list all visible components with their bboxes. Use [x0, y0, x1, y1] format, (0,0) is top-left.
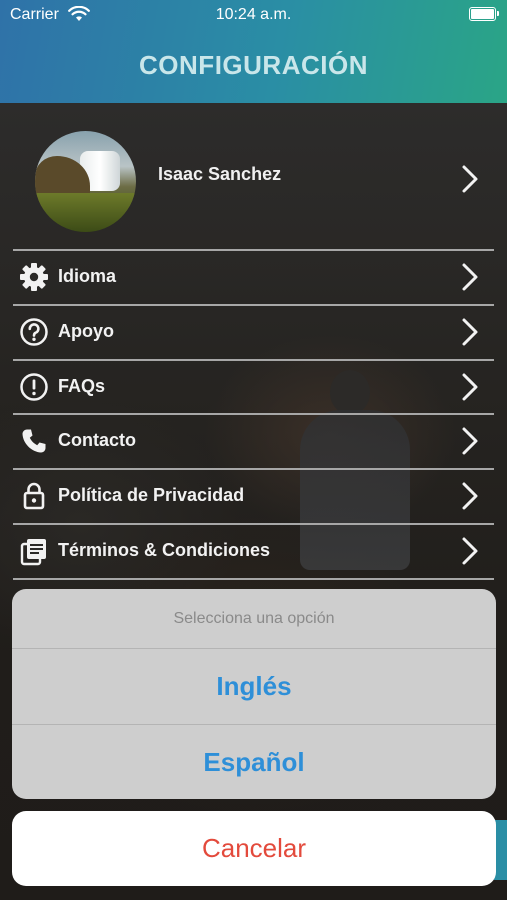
divider — [13, 578, 494, 580]
chevron-right-icon — [459, 536, 481, 571]
chevron-right-icon — [459, 481, 481, 516]
phone-icon — [19, 426, 49, 456]
lock-icon — [19, 481, 49, 511]
status-time: 10:24 a.m. — [215, 6, 292, 23]
menu-item-label: Idioma — [58, 266, 117, 286]
avatar[interactable] — [35, 131, 136, 232]
language-action-sheet: Selecciona una opción Inglés Español — [12, 589, 496, 799]
settings-screen: Carrier 10:24 a.m. CONFIGURACIÓN Isaac S… — [0, 0, 507, 900]
menu-item-contacto[interactable]: Contacto — [13, 414, 494, 468]
menu-item-label: FAQs — [58, 376, 106, 396]
menu-item-label: Política de Privacidad — [58, 485, 245, 505]
page-title: CONFIGURACIÓN — [139, 50, 368, 80]
menu-item-terminos[interactable]: Términos & Condiciones — [13, 524, 494, 578]
exclamation-circle-icon — [19, 372, 49, 402]
document-icon — [19, 536, 49, 566]
chevron-right-icon — [459, 317, 481, 352]
chevron-right-icon — [459, 262, 481, 297]
battery-tip — [497, 11, 499, 16]
battery-icon — [469, 7, 496, 21]
menu-item-label: Contacto — [58, 430, 136, 450]
menu-item-faqs[interactable]: FAQs — [13, 360, 494, 414]
action-sheet-title: Selecciona una opción — [173, 610, 335, 627]
option-ingles-button[interactable]: Inglés — [12, 649, 496, 724]
option-espanol-button[interactable]: Español — [12, 725, 496, 799]
cancel-button[interactable]: Cancelar — [12, 811, 496, 886]
status-bar: Carrier 10:24 a.m. — [0, 0, 507, 30]
menu-item-privacidad[interactable]: Política de Privacidad — [13, 469, 494, 523]
menu-item-label: Apoyo — [58, 321, 114, 341]
chevron-right-icon — [459, 426, 481, 461]
header-bar: Carrier 10:24 a.m. CONFIGURACIÓN — [0, 0, 507, 103]
menu-item-idioma[interactable]: Idioma — [13, 250, 494, 304]
menu-item-apoyo[interactable]: Apoyo — [13, 305, 494, 359]
profile-name[interactable]: Isaac Sanchez — [158, 164, 281, 185]
menu-item-label: Términos & Condiciones — [58, 540, 271, 560]
chevron-right-icon[interactable] — [459, 164, 481, 199]
chevron-right-icon — [459, 372, 481, 407]
gear-icon — [19, 262, 49, 292]
question-circle-icon — [19, 317, 49, 347]
